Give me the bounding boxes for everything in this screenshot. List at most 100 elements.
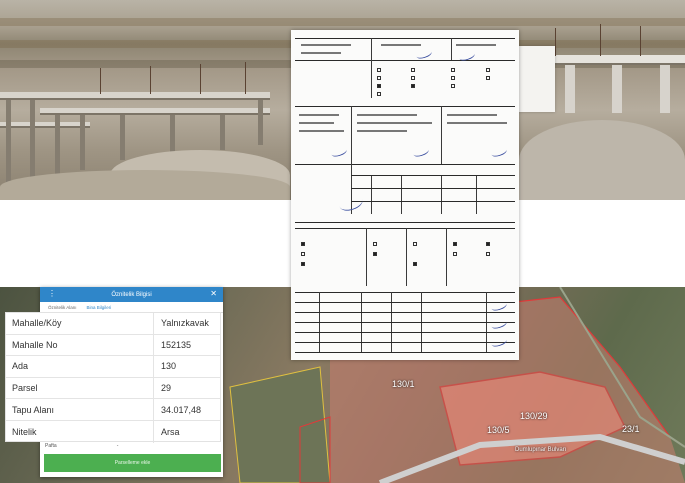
checkbox bbox=[451, 76, 455, 80]
checkbox bbox=[411, 68, 415, 72]
checkbox bbox=[451, 84, 455, 88]
close-icon[interactable]: ✕ bbox=[210, 289, 217, 299]
concrete-column bbox=[30, 100, 35, 180]
building-permit-document bbox=[291, 30, 519, 360]
attribute-value: 34.017,48 bbox=[161, 404, 202, 415]
attribute-key: Mahalle No bbox=[6, 334, 154, 356]
parcel-label: 130/1 bbox=[392, 379, 415, 389]
doc-text-line bbox=[301, 44, 351, 46]
doc-rule bbox=[295, 342, 515, 343]
rebar bbox=[600, 24, 601, 56]
concrete-slab bbox=[0, 122, 90, 128]
attribute-value: Yalnızkavak bbox=[161, 318, 209, 329]
doc-rule bbox=[476, 175, 477, 214]
table-row: Mahalle No 152135 bbox=[6, 334, 220, 357]
checkbox bbox=[373, 252, 377, 256]
checkbox bbox=[453, 252, 457, 256]
doc-rule bbox=[295, 164, 515, 165]
checkbox bbox=[453, 242, 457, 246]
rebar bbox=[555, 28, 556, 56]
checkbox bbox=[451, 68, 455, 72]
checkbox bbox=[486, 68, 490, 72]
concrete-column bbox=[258, 100, 263, 145]
doc-rule bbox=[366, 228, 367, 286]
doc-rule bbox=[295, 106, 515, 107]
concrete-column bbox=[612, 65, 622, 113]
tab-building-info[interactable]: Bina Bilgileri bbox=[87, 305, 112, 310]
doc-rule bbox=[401, 175, 402, 214]
doc-rule bbox=[371, 38, 372, 98]
checkbox bbox=[411, 84, 415, 88]
doc-rule bbox=[295, 302, 515, 303]
doc-text-line bbox=[447, 114, 497, 116]
attribute-value: 29 bbox=[161, 383, 172, 394]
concrete-column bbox=[55, 115, 60, 175]
concrete-slab bbox=[40, 108, 270, 115]
concrete-column bbox=[660, 65, 670, 113]
doc-text-line bbox=[299, 114, 339, 116]
doc-rule bbox=[441, 175, 442, 214]
doc-text-line bbox=[299, 130, 344, 132]
concrete-column bbox=[170, 115, 175, 155]
table-row: Nitelik Arsa bbox=[6, 420, 220, 443]
attribute-value: Arsa bbox=[161, 426, 180, 437]
panel-title: Öznitelik Bilgisi bbox=[111, 291, 152, 298]
road-label: Dumlupınar Bulvarı bbox=[515, 447, 567, 453]
checkbox bbox=[301, 262, 305, 266]
ground bbox=[519, 120, 685, 200]
pafta-label: Pafta bbox=[45, 443, 57, 449]
attribute-key: Parsel bbox=[6, 377, 154, 399]
handwritten-mark bbox=[415, 47, 433, 61]
checkbox bbox=[486, 76, 490, 80]
table-row: Ada 130 bbox=[6, 356, 220, 378]
checkbox bbox=[373, 242, 377, 246]
concrete-column bbox=[80, 115, 85, 170]
doc-text-line bbox=[357, 122, 432, 124]
concrete-column bbox=[220, 115, 225, 150]
menu-icon[interactable]: ⋮ bbox=[48, 289, 56, 299]
parcel-label: 23/1 bbox=[622, 424, 640, 434]
doc-rule bbox=[351, 201, 515, 202]
tab-attribute-area[interactable]: Öznitelik Alanı bbox=[48, 305, 77, 310]
concrete-slab bbox=[0, 92, 270, 100]
attribute-table: Mahalle/Köy Yalnızkavak Mahalle No 15213… bbox=[5, 312, 221, 443]
doc-rule bbox=[295, 60, 515, 61]
signature bbox=[330, 145, 348, 159]
doc-rule bbox=[295, 332, 515, 333]
rebar bbox=[100, 68, 101, 94]
doc-rule bbox=[446, 228, 447, 286]
concrete-column bbox=[120, 115, 125, 160]
attribute-value: 130 bbox=[161, 361, 177, 372]
checkbox bbox=[413, 242, 417, 246]
doc-rule bbox=[441, 106, 442, 164]
doc-text-line bbox=[447, 122, 507, 124]
rebar bbox=[640, 26, 641, 56]
rebar bbox=[200, 64, 201, 94]
doc-rule bbox=[351, 106, 352, 164]
add-parcel-button[interactable]: Parselleme ekle bbox=[44, 454, 221, 472]
rebar bbox=[245, 62, 246, 94]
parcel-label: 130/5 bbox=[487, 425, 510, 435]
checkbox bbox=[301, 252, 305, 256]
concrete-column bbox=[565, 65, 575, 113]
attribute-value: 152135 bbox=[161, 339, 192, 350]
signature bbox=[490, 317, 508, 331]
parcel-label: 130/29 bbox=[520, 411, 548, 421]
checkbox bbox=[377, 76, 381, 80]
checkbox bbox=[486, 252, 490, 256]
doc-rule bbox=[295, 38, 515, 39]
doc-rule bbox=[295, 292, 515, 293]
doc-rule bbox=[351, 175, 515, 176]
doc-rule bbox=[295, 228, 515, 229]
attribute-key: Nitelik bbox=[6, 420, 154, 443]
field-band bbox=[0, 18, 685, 26]
doc-text-line bbox=[456, 44, 496, 46]
doc-text-line bbox=[299, 122, 334, 124]
stamp-mark bbox=[337, 192, 365, 214]
doc-text-line bbox=[301, 52, 341, 54]
signature bbox=[490, 335, 508, 349]
checkbox bbox=[301, 242, 305, 246]
doc-rule bbox=[295, 222, 515, 223]
rebar bbox=[150, 66, 151, 94]
ground bbox=[0, 170, 290, 200]
